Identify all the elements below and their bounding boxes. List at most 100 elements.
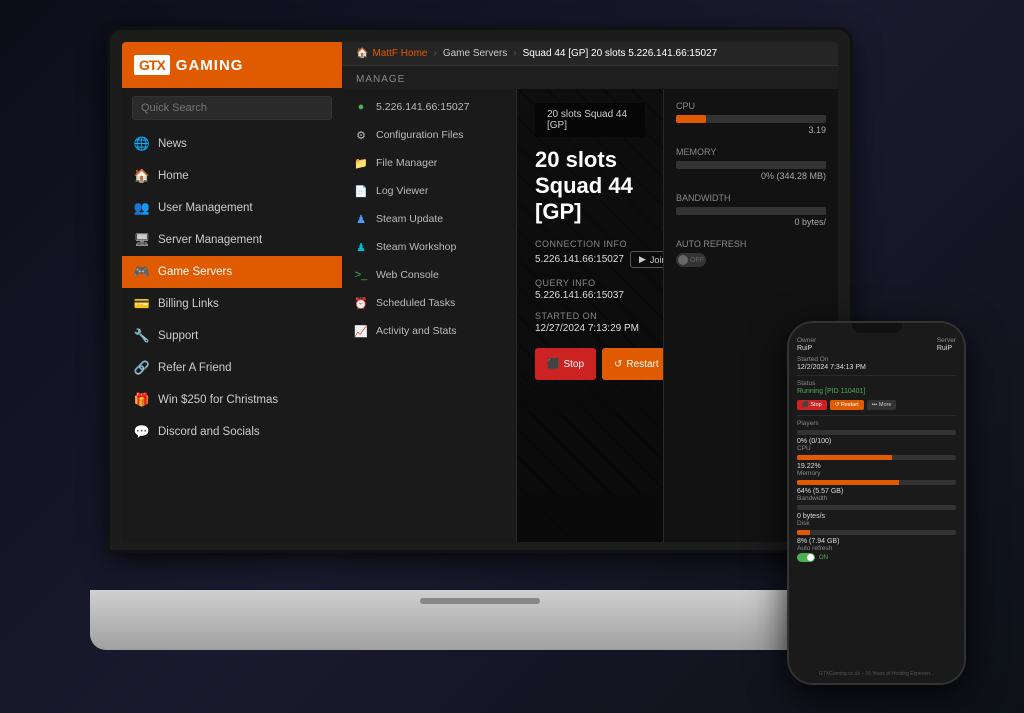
card-icon: 💳 xyxy=(134,296,150,312)
phone-toggle-knob xyxy=(807,554,814,561)
menu-item-scheduled-tasks[interactable]: ⏰ Scheduled Tasks xyxy=(342,289,516,317)
cpu-bar-bg xyxy=(676,115,826,123)
steam-workshop-icon: ♟ xyxy=(354,240,368,254)
breadcrumb: 🏠 MattF Home › Game Servers › Squad 44 [… xyxy=(342,42,838,66)
connection-info-label: Connection Info xyxy=(535,239,663,249)
content-layout: ● 5.226.141.66:15027 ⚙ Configuration Fil… xyxy=(342,89,838,542)
laptop: GTX GAMING 🌐 News 🏠 xyxy=(90,30,870,650)
sidebar-item-billing[interactable]: 💳 Billing Links xyxy=(122,288,342,320)
ui-container: GTX GAMING 🌐 News 🏠 xyxy=(122,42,838,542)
menu-item-config[interactable]: ⚙ Configuration Files xyxy=(342,121,516,149)
phone-cpu-value: 19.22% xyxy=(797,463,956,470)
menu-item-label: 5.226.141.66:15027 xyxy=(376,101,469,113)
menu-item-steam-update[interactable]: ♟ Steam Update xyxy=(342,205,516,233)
sidebar-item-home[interactable]: 🏠 Home xyxy=(122,160,342,192)
sidebar-logo: GTX GAMING xyxy=(122,42,342,88)
phone-more-button[interactable]: ••• More xyxy=(867,400,897,410)
sidebar-item-discord[interactable]: 💬 Discord and Socials xyxy=(122,416,342,448)
phone-cpu-label: CPU xyxy=(797,445,956,452)
started-label: Started On xyxy=(535,311,663,321)
sidebar-nav: 🌐 News 🏠 Home 👥 User Management xyxy=(122,128,342,542)
sidebar: GTX GAMING 🌐 News 🏠 xyxy=(122,42,342,542)
menu-item-label: Log Viewer xyxy=(376,185,428,197)
phone-started-label: Started On xyxy=(797,356,956,363)
phone-auto-refresh-toggle[interactable] xyxy=(797,553,815,562)
menu-item-label: Steam Workshop xyxy=(376,241,456,253)
cpu-label: CPU xyxy=(676,101,826,111)
memory-stat: Memory 0% (344.28 MB) xyxy=(676,147,826,181)
phone-stop-button[interactable]: ⬛ Stop xyxy=(797,400,827,410)
menu-item-label: Steam Update xyxy=(376,213,443,225)
sidebar-item-server-management[interactable]: 🖥 Server Management xyxy=(122,224,342,256)
home-icon: 🏠 xyxy=(134,168,150,184)
phone-toggle-row: ON xyxy=(797,553,956,562)
restart-icon: ↺ xyxy=(614,359,622,370)
server-info-grid: Connection Info 5.226.141.66:15027 ▶ Joi… xyxy=(535,239,645,334)
phone-status-label: Status xyxy=(797,380,956,387)
globe-icon: 🌐 xyxy=(134,136,150,152)
phone-footer: GTXGaming.co.uk – 16 Years of Hosting Ex… xyxy=(789,671,964,677)
auto-refresh: Auto refresh OFF xyxy=(676,239,826,267)
phone-players-label: Players xyxy=(797,420,956,427)
menu-item-ip[interactable]: ● 5.226.141.66:15027 xyxy=(342,93,516,121)
phone-cpu-bar xyxy=(797,455,956,460)
sidebar-item-user-management[interactable]: 👥 User Management xyxy=(122,192,342,224)
phone: Owner RuiP Server RuiP Started On 12/2/2… xyxy=(789,323,964,683)
phone-memory-value: 64% (5.57 GB) xyxy=(797,488,956,495)
menu-item-files[interactable]: 📁 File Manager xyxy=(342,149,516,177)
sidebar-item-label: Game Servers xyxy=(158,266,232,278)
search-input[interactable] xyxy=(132,96,332,120)
phone-restart-button[interactable]: ↺ Restart xyxy=(830,400,864,410)
bandwidth-stat: Bandwidth 0 bytes/ xyxy=(676,193,826,227)
phone-bandwidth-value: 0 bytes/s xyxy=(797,513,956,520)
breadcrumb-current: Squad 44 [GP] 20 slots 5.226.141.66:1502… xyxy=(523,48,718,59)
phone-disk-fill xyxy=(797,530,810,535)
menu-item-web-console[interactable]: >_ Web Console xyxy=(342,261,516,289)
doc-icon: 📄 xyxy=(354,184,368,198)
menu-item-label: Activity and Stats xyxy=(376,325,457,337)
terminal-icon: >_ xyxy=(354,268,368,282)
phone-owner-value: RuiP xyxy=(797,345,816,352)
phone-auto-refresh-label: Auto refresh xyxy=(797,545,956,552)
memory-bar-bg xyxy=(676,161,826,169)
phone-players-block: Players 0% (0/100) xyxy=(797,420,956,445)
menu-item-logs[interactable]: 📄 Log Viewer xyxy=(342,177,516,205)
clock-icon: ⏰ xyxy=(354,296,368,310)
steam-icon: ♟ xyxy=(354,212,368,226)
phone-screen: Owner RuiP Server RuiP Started On 12/2/2… xyxy=(789,323,964,683)
menu-panel: ● 5.226.141.66:15027 ⚙ Configuration Fil… xyxy=(342,89,517,542)
phone-auto-refresh-block: Auto refresh ON xyxy=(797,545,956,562)
sidebar-item-news[interactable]: 🌐 News xyxy=(122,128,342,160)
phone-notch xyxy=(852,323,902,333)
phone-server-label: Server xyxy=(937,337,956,344)
phone-disk-block: Disk 8% (7.94 GB) xyxy=(797,520,956,545)
bandwidth-value: 0 bytes/ xyxy=(676,217,826,227)
sidebar-item-label: User Management xyxy=(158,202,253,214)
breadcrumb-game-servers[interactable]: Game Servers xyxy=(443,48,507,59)
server-detail: 20 slots Squad 44 [GP] 20 slots Squad 44… xyxy=(517,89,663,542)
breadcrumb-sep-2: › xyxy=(513,48,516,59)
gamepad-icon: 🎮 xyxy=(134,264,150,280)
auto-refresh-toggle[interactable]: OFF xyxy=(676,253,706,267)
phone-players-bar xyxy=(797,430,956,435)
sidebar-item-win[interactable]: 🎁 Win $250 for Christmas xyxy=(122,384,342,416)
stop-button[interactable]: ⬛ Stop xyxy=(535,348,596,380)
sidebar-item-refer[interactable]: 🔗 Refer A Friend xyxy=(122,352,342,384)
phone-bandwidth-bar xyxy=(797,505,956,510)
menu-item-label: Web Console xyxy=(376,269,439,281)
sidebar-item-game-servers[interactable]: 🎮 Game Servers xyxy=(122,256,342,288)
restart-button[interactable]: ↺ Restart xyxy=(602,348,663,380)
sidebar-item-label: News xyxy=(158,138,187,150)
sidebar-item-label: Support xyxy=(158,330,198,342)
phone-action-buttons: ⬛ Stop ↺ Restart ••• More xyxy=(797,400,956,410)
menu-item-steam-workshop[interactable]: ♟ Steam Workshop xyxy=(342,233,516,261)
sidebar-item-support[interactable]: 🔧 Support xyxy=(122,320,342,352)
phone-server-block: Server RuiP xyxy=(937,337,956,352)
join-button[interactable]: ▶ Join xyxy=(630,251,663,268)
menu-item-activity[interactable]: 📈 Activity and Stats xyxy=(342,317,516,345)
scene: GTX GAMING 🌐 News 🏠 xyxy=(0,0,1024,713)
menu-item-label: Configuration Files xyxy=(376,129,464,141)
folder-icon: 📁 xyxy=(354,156,368,170)
toggle-knob xyxy=(678,255,688,265)
phone-divider-1 xyxy=(797,375,956,376)
